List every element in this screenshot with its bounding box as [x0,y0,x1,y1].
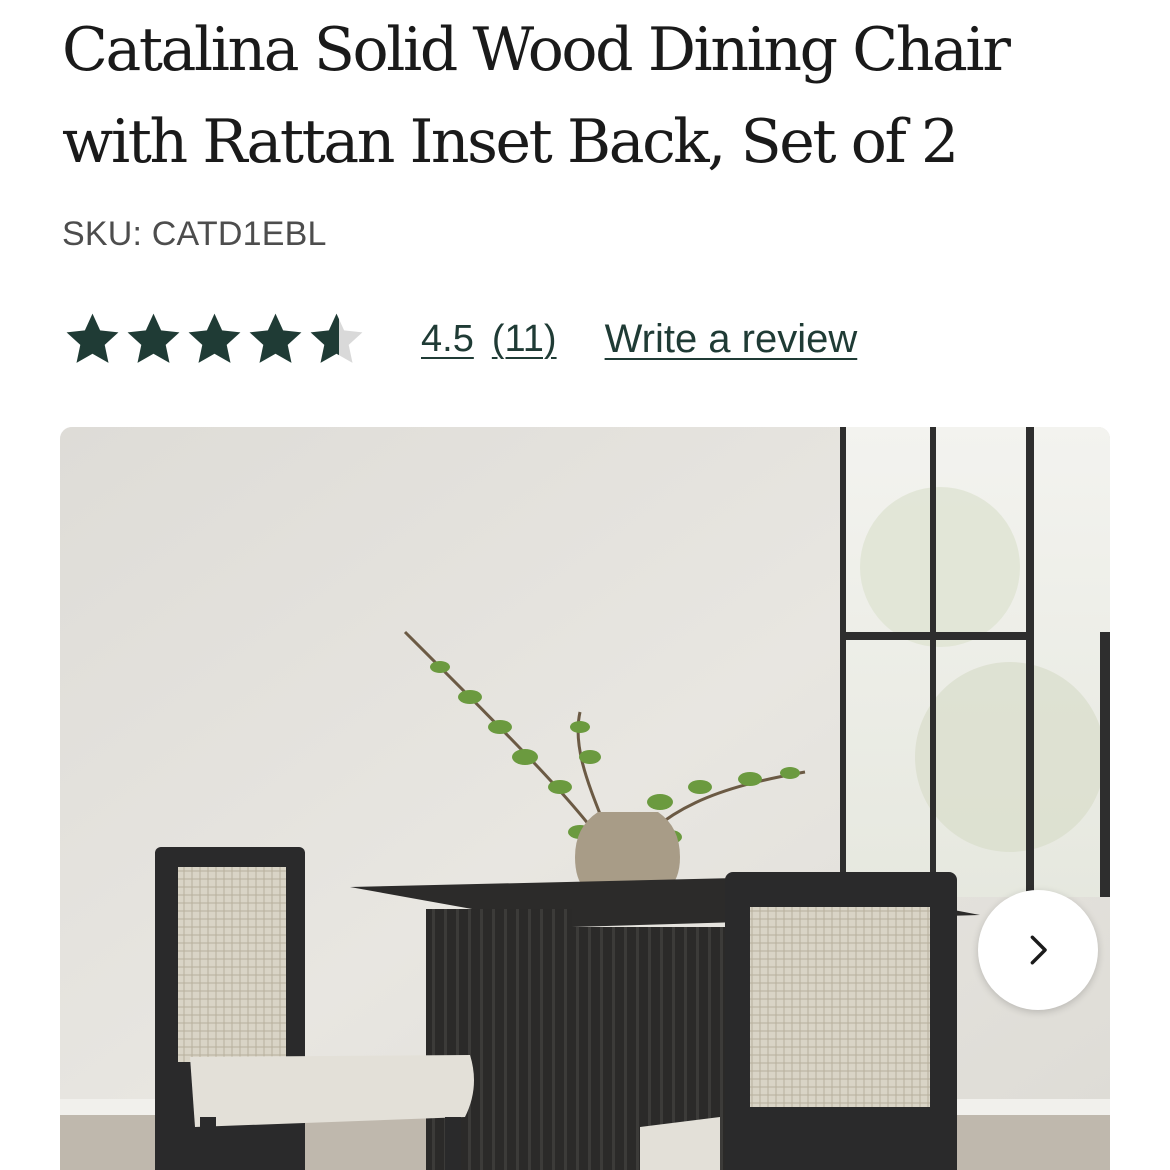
star-icon [249,313,302,363]
product-photo [60,427,1110,1170]
rating-value-link[interactable]: 4.5 [421,318,474,361]
star-icon [66,313,119,363]
review-count-link[interactable]: (11) [492,318,557,361]
product-image-gallery[interactable] [60,427,1110,1170]
rating-row: 4.5 (11) Write a review [62,306,857,372]
product-title: Catalina Solid Wood Dining Chair with Ra… [62,15,1011,177]
next-image-button[interactable] [978,890,1098,1010]
half-star-icon [310,313,363,363]
product-sku: SKU: CATD1EBL [62,215,327,253]
write-review-link[interactable]: Write a review [605,317,858,362]
chevron-right-icon [1030,935,1047,965]
star-icon [127,313,180,363]
star-icon [188,313,241,363]
star-rating[interactable] [62,309,367,370]
